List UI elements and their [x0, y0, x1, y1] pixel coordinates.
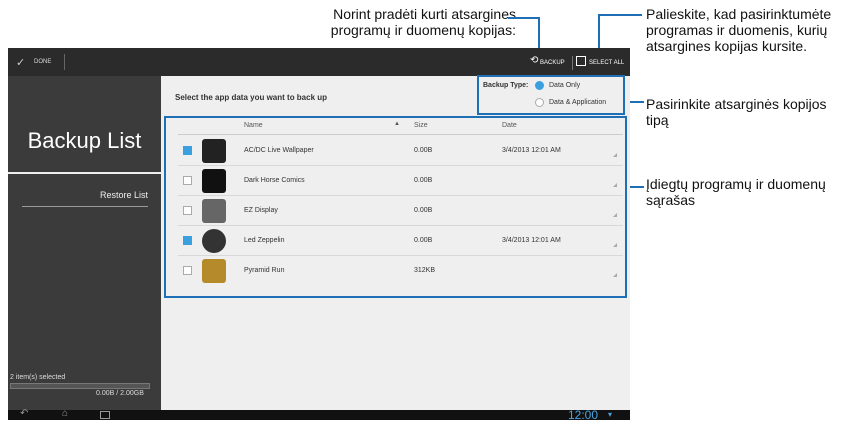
storage-text: 0.00B / 2.00GB: [96, 390, 144, 397]
table-row[interactable]: EZ Display 0.00B: [178, 196, 623, 226]
app-size: 0.00B: [414, 177, 433, 184]
expand-corner-icon[interactable]: [613, 243, 617, 247]
table-row[interactable]: AC/DC Live Wallpaper 0.00B 3/4/2013 12:0…: [178, 136, 623, 166]
restore-list-tab[interactable]: Restore List: [22, 184, 148, 207]
app-name: EZ Display: [244, 207, 278, 214]
select-all-button[interactable]: SELECT ALL: [576, 56, 628, 70]
backup-label: BACKUP: [540, 60, 565, 66]
callout-backup: Norint pradėti kurti atsargines programų…: [330, 6, 516, 38]
selected-count: 2 item(s) selected: [10, 374, 66, 381]
app-size: 312KB: [414, 267, 436, 274]
table-row[interactable]: Pyramid Run 312KB: [178, 256, 623, 285]
backup-type-label: Backup Type:: [483, 82, 529, 89]
row-checkbox[interactable]: [183, 206, 192, 215]
row-checkbox[interactable]: [183, 146, 192, 155]
done-label: DONE: [34, 59, 52, 65]
app-name: Dark Horse Comics: [244, 177, 305, 184]
divider: [572, 56, 573, 70]
backup-icon: ⟲: [530, 55, 539, 66]
recent-apps-icon[interactable]: [100, 411, 110, 419]
home-icon[interactable]: ⌂: [62, 408, 68, 419]
led-zeppelin-app-icon: [202, 229, 226, 253]
row-checkbox[interactable]: [183, 176, 192, 185]
app-size: 0.00B: [414, 237, 433, 244]
pyramid-run-app-icon: [202, 259, 226, 283]
column-size[interactable]: Size: [414, 122, 428, 129]
column-date[interactable]: Date: [502, 122, 517, 129]
app-name: AC/DC Live Wallpaper: [244, 147, 314, 154]
sidebar: Backup List Restore List 2 item(s) selec…: [8, 76, 161, 410]
ez-display-app-icon: [202, 199, 226, 223]
row-checkbox[interactable]: [183, 266, 192, 275]
app-date: 3/4/2013 12:01 AM: [502, 237, 561, 244]
expand-corner-icon[interactable]: [613, 153, 617, 157]
callout-backup-type: Pasirinkite atsarginės kopijos tipą: [646, 96, 827, 128]
storage-bar: [10, 383, 150, 389]
callout-line-backup-h: [508, 17, 540, 19]
row-checkbox[interactable]: [183, 236, 192, 245]
restore-list-label: Restore List: [99, 190, 148, 200]
app-name: Led Zeppelin: [244, 237, 285, 244]
main-panel: Select the app data you want to back up …: [161, 75, 630, 410]
table-header: Name ▲ Size Date: [178, 118, 623, 135]
instruction-text: Select the app data you want to back up: [175, 93, 328, 102]
backup-type-box: Backup Type: Data Only Data & Applicatio…: [477, 75, 625, 115]
select-all-label: SELECT ALL: [589, 60, 625, 66]
table-row[interactable]: Dark Horse Comics 0.00B: [178, 166, 623, 196]
expand-corner-icon[interactable]: [613, 213, 617, 217]
action-bar: ✓ DONE ⟲ BACKUP SELECT ALL: [8, 48, 630, 76]
callout-app-list: Įdiegtų programų ir duomenų sąrašas: [646, 176, 826, 208]
callout-line-selectall-h: [598, 14, 642, 16]
app-name: Pyramid Run: [244, 267, 285, 274]
app-table: Name ▲ Size Date AC/DC Live Wallpaper 0.…: [164, 116, 627, 298]
app-size: 0.00B: [414, 207, 433, 214]
callout-select-all: Palieskite, kad pasirinktumėte programas…: [646, 6, 832, 54]
option-data-app-label: Data & Application: [549, 99, 607, 106]
sort-arrow-icon[interactable]: ▲: [394, 121, 400, 127]
wifi-icon: ▾: [608, 410, 613, 419]
dark-horse-app-icon: [202, 169, 226, 193]
status-time: 12:00: [568, 408, 599, 422]
radio-data-only[interactable]: [535, 81, 544, 90]
option-data-only-label: Data Only: [549, 82, 581, 89]
column-name[interactable]: Name: [244, 122, 263, 129]
done-button[interactable]: ✓ DONE: [14, 54, 66, 70]
backup-button[interactable]: ⟲ BACKUP: [530, 55, 570, 70]
select-all-icon: [576, 56, 586, 66]
expand-corner-icon[interactable]: [613, 183, 617, 187]
system-navbar: ↶ ⌂ 12:00 ▾: [8, 408, 630, 422]
radio-data-app[interactable]: [535, 98, 544, 107]
expand-corner-icon[interactable]: [613, 273, 617, 277]
app-date: 3/4/2013 12:01 AM: [502, 147, 561, 154]
tablet-screen: ✓ DONE ⟲ BACKUP SELECT ALL Backup List R…: [8, 48, 630, 422]
sidebar-title: Backup List: [27, 128, 142, 153]
acdc-app-icon: [202, 139, 226, 163]
checkmark-icon: ✓: [16, 57, 26, 69]
back-icon[interactable]: ↶: [20, 408, 28, 419]
divider: [64, 54, 65, 70]
sidebar-title-underline: [8, 172, 161, 174]
table-row[interactable]: Led Zeppelin 0.00B 3/4/2013 12:01 AM: [178, 226, 623, 256]
app-size: 0.00B: [414, 147, 433, 154]
